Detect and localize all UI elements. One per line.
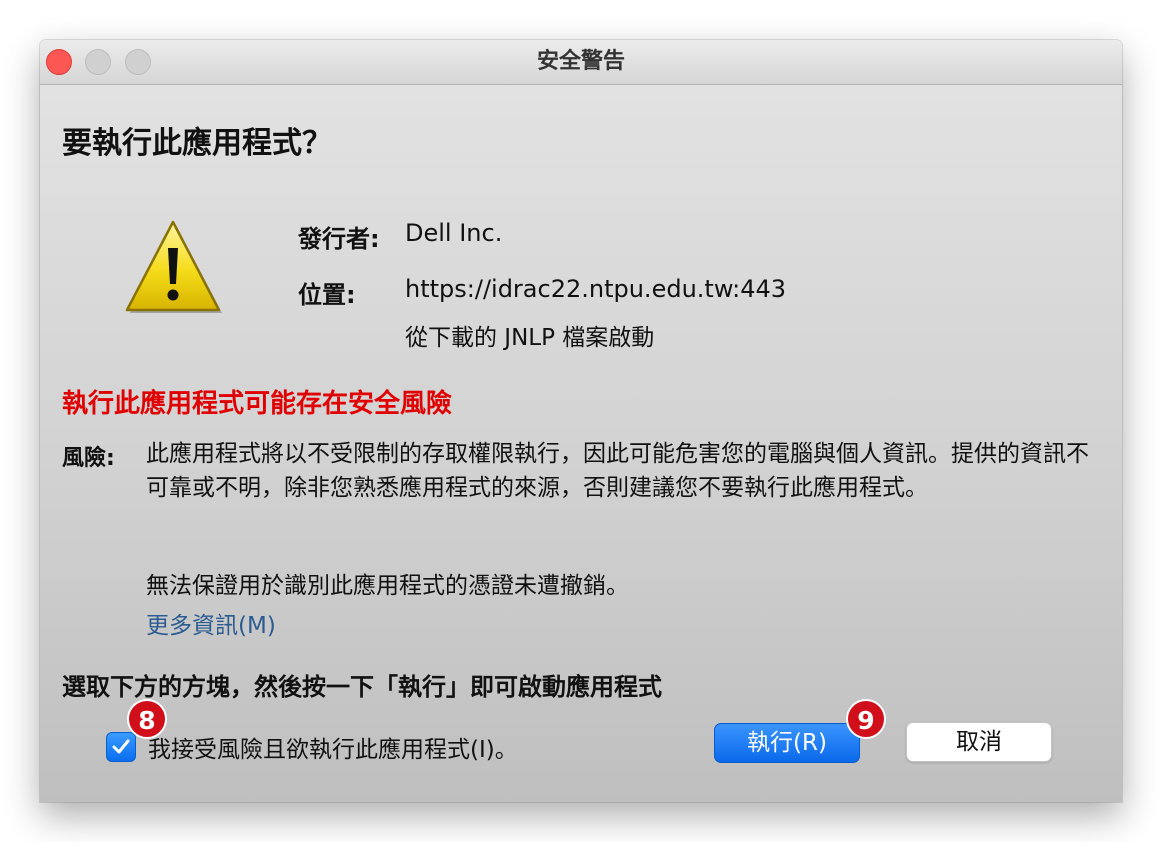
publisher-label: 發行者:	[298, 225, 380, 253]
title-bar: 安全警告	[40, 40, 1122, 85]
run-button[interactable]: 執行(R)	[714, 723, 860, 763]
window-title: 安全警告	[536, 49, 625, 74]
security-warning-dialog: 安全警告 要執行此應用程式？ 發行者: Dell Inc. 位置: https:…	[40, 40, 1122, 802]
more-info-link[interactable]: 更多資訊(M)	[146, 606, 276, 640]
annotation-badge-8: 8	[127, 699, 167, 739]
annotation-badge-9: 9	[846, 699, 886, 739]
location-url: https://idrac22.ntpu.edu.tw:443	[405, 275, 787, 303]
publisher-value: Dell Inc.	[405, 219, 503, 247]
risk-title: 執行此應用程式可能存在安全風險	[62, 389, 453, 419]
instruction-text: 選取下方的方塊，然後按一下「執行」即可啟動應用程式	[62, 673, 662, 701]
cancel-button[interactable]: 取消	[906, 722, 1052, 762]
checkmark-icon	[112, 739, 130, 754]
risk-description: 此應用程式將以不受限制的存取權限執行，因此可能危害您的電腦與個人資訊。提供的資訊…	[146, 441, 1089, 501]
warning-icon	[125, 220, 222, 313]
accept-risk-checkbox[interactable]	[106, 732, 136, 762]
location-note: 從下載的 JNLP 檔案啟動	[405, 325, 655, 351]
risk-label: 風險:	[62, 446, 115, 471]
dialog-heading: 要執行此應用程式？	[62, 126, 332, 161]
accept-risk-label[interactable]: 我接受風險且欲執行此應用程式(I)。	[148, 730, 518, 764]
certificate-note: 無法保證用於識別此應用程式的憑證未遭撤銷。	[146, 573, 629, 599]
location-label: 位置:	[298, 281, 356, 309]
